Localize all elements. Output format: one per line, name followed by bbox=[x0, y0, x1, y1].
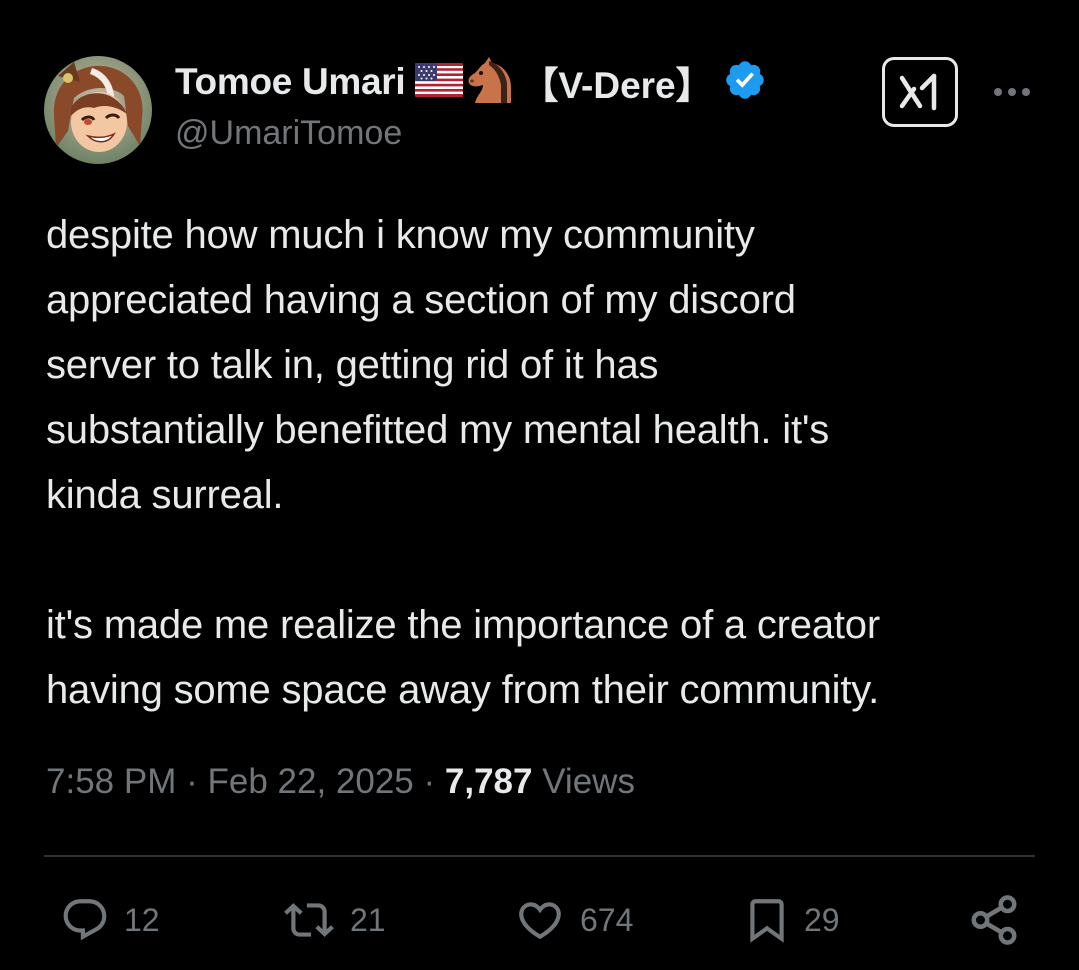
name-row: Tomoe Umari 【V-Dere】 bbox=[175, 56, 767, 108]
reply-icon bbox=[63, 899, 107, 941]
reply-button[interactable]: 12 bbox=[58, 890, 160, 950]
tweet-line: despite how much i know my community bbox=[46, 213, 755, 257]
bookmark-count: 29 bbox=[804, 901, 840, 938]
more-button[interactable] bbox=[985, 72, 1039, 112]
tweet-time[interactable]: 7:58 PM bbox=[46, 762, 176, 801]
like-button[interactable]: 674 bbox=[512, 890, 633, 950]
meta-separator: · bbox=[186, 762, 198, 801]
grok-button[interactable] bbox=[882, 57, 958, 127]
tweet-line: appreciated having a section of my disco… bbox=[46, 278, 796, 322]
tweet-date[interactable]: Feb 22, 2025 bbox=[207, 762, 413, 801]
avatar[interactable] bbox=[44, 56, 152, 164]
tweet-card: Tomoe Umari 【V-Dere】 @UmariTomoe despite… bbox=[0, 0, 1079, 970]
views-count[interactable]: 7,787 bbox=[445, 762, 533, 801]
display-name[interactable]: Tomoe Umari bbox=[175, 61, 406, 103]
name-tag: 【V-Dere】 bbox=[521, 65, 713, 106]
meta-separator: · bbox=[423, 762, 436, 801]
repost-count: 21 bbox=[350, 901, 386, 938]
verified-badge-icon[interactable] bbox=[723, 58, 767, 107]
like-count: 674 bbox=[580, 901, 634, 938]
repost-button[interactable]: 21 bbox=[280, 890, 386, 950]
grok-icon bbox=[899, 73, 937, 111]
tweet-meta: 7:58 PM · Feb 22, 2025 · 7,787 Views bbox=[46, 762, 635, 802]
bookmark-button[interactable]: 29 bbox=[742, 890, 840, 950]
share-button[interactable] bbox=[967, 890, 1021, 950]
more-dots-icon bbox=[994, 88, 1030, 96]
tweet-line: server to talk in, getting rid of it has bbox=[46, 343, 659, 387]
tweet-text: despite how much i know my community app… bbox=[46, 203, 1046, 723]
views-label: Views bbox=[542, 762, 635, 801]
reply-count: 12 bbox=[124, 901, 160, 938]
repost-icon bbox=[284, 903, 334, 937]
divider bbox=[44, 855, 1035, 857]
tweet-line: kinda surreal. bbox=[46, 473, 284, 517]
bookmark-icon bbox=[750, 899, 784, 943]
us-flag-icon bbox=[415, 62, 464, 102]
tweet-line: it's made me realize the importance of a… bbox=[46, 603, 880, 647]
user-handle[interactable]: @UmariTomoe bbox=[175, 114, 402, 153]
tweet-line: substantially benefitted my mental healt… bbox=[46, 408, 830, 452]
horse-icon bbox=[467, 56, 515, 108]
avatar-image bbox=[44, 56, 152, 164]
share-icon bbox=[971, 895, 1017, 945]
tweet-line: having some space away from their commun… bbox=[46, 668, 880, 712]
like-icon bbox=[519, 902, 561, 940]
